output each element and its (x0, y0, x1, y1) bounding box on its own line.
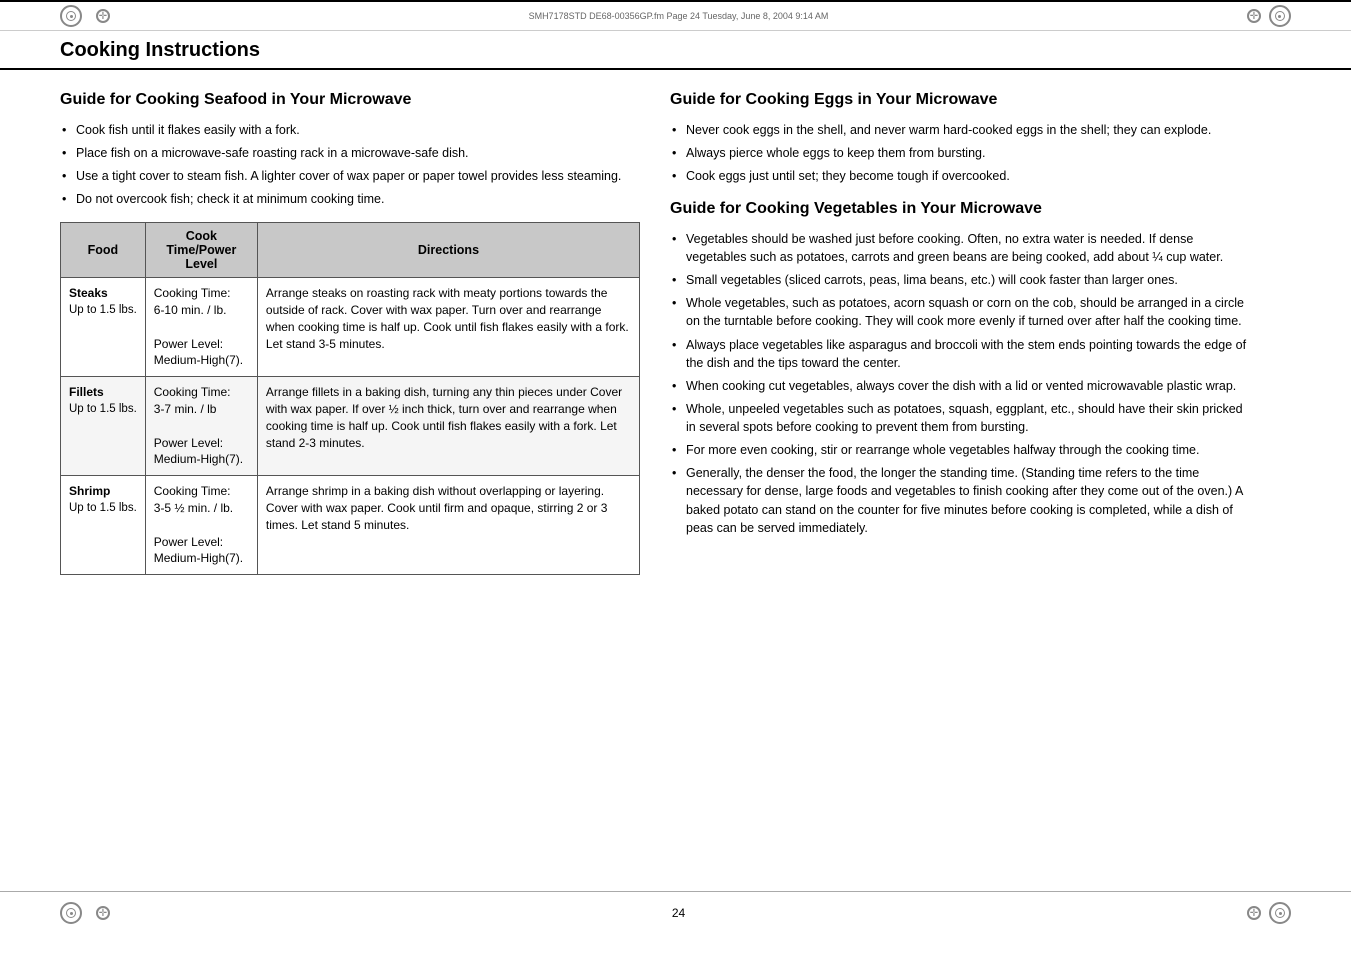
page-title-bar: Cooking Instructions (0, 31, 1351, 70)
directions-cell: Arrange steaks on roasting rack with mea… (257, 278, 639, 377)
list-item: Do not overcook fish; check it at minimu… (60, 190, 640, 208)
list-item: Always place vegetables like asparagus a… (670, 336, 1250, 372)
eggs-heading: Guide for Cooking Eggs in Your Microwave (670, 90, 1250, 111)
bottom-left-circle-inner: ✛ (96, 906, 110, 920)
list-item: Vegetables should be washed just before … (670, 230, 1250, 266)
cook-time-cell: Cooking Time: 6-10 min. / lb. Power Leve… (145, 278, 257, 377)
eggs-bullets: Never cook eggs in the shell, and never … (670, 121, 1250, 185)
list-item: Place fish on a microwave-safe roasting … (60, 144, 640, 162)
top-left-circle-inner: ✛ (96, 9, 110, 23)
table-row: Fillets Up to 1.5 lbs. Cooking Time: 3-7… (61, 377, 640, 476)
left-column: Guide for Cooking Seafood in Your Microw… (60, 90, 640, 575)
list-item: Whole, unpeeled vegetables such as potat… (670, 400, 1250, 436)
top-left-circle-outer (60, 5, 82, 27)
food-cell: Fillets Up to 1.5 lbs. (61, 377, 146, 476)
list-item: Always pierce whole eggs to keep them fr… (670, 144, 1250, 162)
cook-time-cell: Cooking Time: 3-5 ½ min. / lb. Power Lev… (145, 476, 257, 575)
table-row: Shrimp Up to 1.5 lbs. Cooking Time: 3-5 … (61, 476, 640, 575)
page-wrapper: ✛ SMH7178STD DE68-00356GP.fm Page 24 Tue… (0, 0, 1351, 954)
directions-cell: Arrange shrimp in a baking dish without … (257, 476, 639, 575)
seafood-heading: Guide for Cooking Seafood in Your Microw… (60, 90, 640, 111)
page-number: 24 (110, 906, 1247, 920)
cook-time-cell: Cooking Time: 3-7 min. / lb Power Level:… (145, 377, 257, 476)
list-item: When cooking cut vegetables, always cove… (670, 377, 1250, 395)
list-item: For more even cooking, stir or rearrange… (670, 441, 1250, 459)
list-item: Cook eggs just until set; they become to… (670, 167, 1250, 185)
bottom-left-circle-outer (60, 902, 82, 924)
page-title: Cooking Instructions (60, 39, 260, 61)
seafood-bullets: Cook fish until it flakes easily with a … (60, 121, 640, 209)
top-right-circle-inner: ✛ (1247, 9, 1261, 23)
list-item: Generally, the denser the food, the long… (670, 464, 1250, 537)
food-cell: Steaks Up to 1.5 lbs. (61, 278, 146, 377)
list-item: Whole vegetables, such as potatoes, acor… (670, 294, 1250, 330)
right-column: Guide for Cooking Eggs in Your Microwave… (670, 90, 1250, 575)
col-header-cook-time: Cook Time/Power Level (145, 223, 257, 278)
top-right-circle-outer (1269, 5, 1291, 27)
food-cell: Shrimp Up to 1.5 lbs. (61, 476, 146, 575)
bottom-right-circle-inner: ✛ (1247, 906, 1261, 920)
main-content: Guide for Cooking Seafood in Your Microw… (0, 70, 1351, 595)
cooking-table: Food Cook Time/Power Level Directions St… (60, 222, 640, 575)
col-header-food: Food (61, 223, 146, 278)
list-item: Cook fish until it flakes easily with a … (60, 121, 640, 139)
table-row: Steaks Up to 1.5 lbs. Cooking Time: 6-10… (61, 278, 640, 377)
top-bar: ✛ SMH7178STD DE68-00356GP.fm Page 24 Tue… (0, 0, 1351, 31)
list-item: Small vegetables (sliced carrots, peas, … (670, 271, 1250, 289)
list-item: Use a tight cover to steam fish. A light… (60, 167, 640, 185)
col-header-directions: Directions (257, 223, 639, 278)
list-item: Never cook eggs in the shell, and never … (670, 121, 1250, 139)
directions-cell: Arrange fillets in a baking dish, turnin… (257, 377, 639, 476)
file-info: SMH7178STD DE68-00356GP.fm Page 24 Tuesd… (529, 11, 829, 21)
vegetables-bullets: Vegetables should be washed just before … (670, 230, 1250, 537)
vegetables-heading: Guide for Cooking Vegetables in Your Mic… (670, 199, 1250, 220)
bottom-right-circle-outer (1269, 902, 1291, 924)
bottom-bar: ✛ 24 ✛ (0, 891, 1351, 934)
